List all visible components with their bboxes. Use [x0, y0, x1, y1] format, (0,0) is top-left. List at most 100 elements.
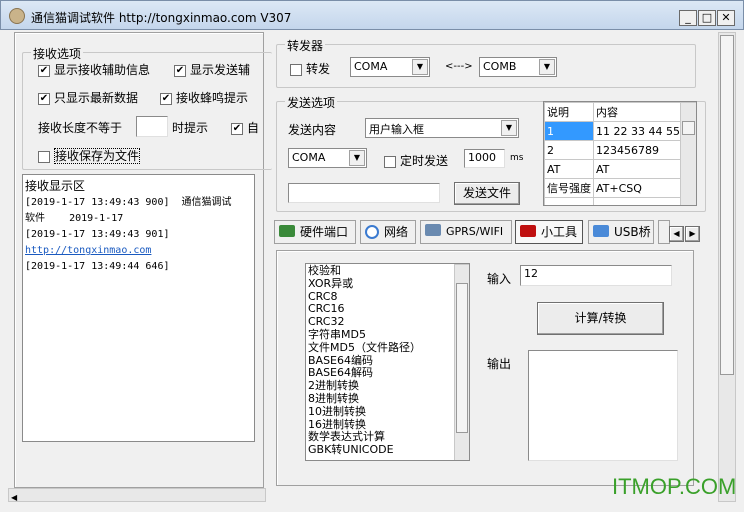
timed-send-checkbox[interactable]: 定时发送 [384, 152, 448, 169]
cell[interactable]: 11 22 33 44 55 [593, 121, 683, 141]
title-bar: 通信猫调试软件 http://tongxinmao.com V307 _ □ ✕ [0, 0, 744, 30]
value: COMA [292, 151, 326, 164]
show-send-info-checkbox[interactable]: ✔ 显示发送辅 [174, 61, 264, 78]
tab-usb-bridge[interactable]: USB桥 [588, 220, 654, 244]
log-link[interactable]: http://tongxinmao.com [25, 243, 252, 259]
tab-network[interactable]: 网络 [360, 220, 416, 244]
scroll-left-icon: ◀ [11, 493, 18, 502]
list-item[interactable]: 校验和 [308, 264, 467, 278]
only-latest-checkbox[interactable]: ✔ 只显示最新数据 [38, 89, 138, 106]
save-file-checkbox[interactable]: 接收保存为文件 [38, 147, 141, 164]
checkmark-icon: ✔ [231, 122, 243, 135]
table-row[interactable] [544, 197, 683, 205]
cell[interactable]: 123456789 [593, 140, 683, 160]
cell[interactable]: 信号强度 [544, 178, 594, 198]
table-row[interactable]: AT AT [544, 159, 683, 179]
list-item[interactable]: 文件MD5（文件路径） [308, 341, 467, 355]
close-button[interactable]: ✕ [717, 10, 735, 26]
tab-label: 网络 [384, 225, 409, 239]
app-cat-icon [9, 8, 25, 24]
checkbox-box [38, 150, 50, 163]
usb-icon [593, 225, 609, 237]
log-line: 软件 2019-1-17 [25, 213, 124, 224]
tab-label: 硬件端口 [300, 225, 349, 239]
list-item[interactable]: 字符串MD5 [308, 328, 467, 342]
vertical-scrollbar[interactable] [718, 32, 736, 502]
forward-checkbox[interactable]: 转发 [290, 60, 330, 77]
list-item[interactable]: 10进制转换 [308, 405, 467, 419]
label: 定时发送 [400, 154, 449, 168]
group-label: 转发器 [285, 37, 326, 54]
cell[interactable]: 2 [544, 140, 594, 160]
tab-scroll-left-button[interactable]: ◀ [669, 226, 684, 242]
cell[interactable] [593, 197, 683, 205]
send-content-label: 发送内容 [288, 123, 337, 137]
cell[interactable]: 1 [544, 121, 594, 141]
length-label: 接收长度不等于 [38, 121, 123, 135]
horizontal-scrollbar[interactable]: ◀ [8, 488, 266, 502]
cell[interactable] [544, 197, 594, 205]
tab-label: USB桥 [614, 225, 651, 239]
checkmark-icon: ✔ [38, 64, 50, 77]
log-line: [2019-1-17 13:49:43 901] [25, 229, 170, 240]
list-item[interactable]: XOR异或 [308, 277, 467, 291]
length-input[interactable] [136, 116, 168, 137]
label: 显示发送辅 [190, 63, 251, 77]
scroll-thumb[interactable] [720, 35, 734, 375]
group-label: 发送选项 [285, 94, 338, 111]
column-header[interactable]: 内容 [593, 102, 683, 122]
forward-to-select[interactable]: COMB ▼ [479, 57, 557, 77]
maximize-button[interactable]: □ [698, 10, 716, 26]
table-row[interactable]: 1 11 22 33 44 55 [544, 121, 683, 141]
table-header: 说明 内容 [544, 102, 683, 122]
show-recv-info-checkbox[interactable]: ✔ 显示接收辅助信息 [38, 61, 150, 78]
tab-scroll-right-button[interactable]: ▶ [685, 226, 700, 242]
interval-input[interactable]: 1000 [464, 149, 505, 168]
toolbox-icon [520, 225, 536, 237]
value: COMB [483, 60, 517, 73]
table-row[interactable]: 信号强度 AT+CSQ [544, 178, 683, 198]
beep-checkbox[interactable]: ✔ 接收蜂鸣提示 [160, 89, 248, 106]
tab-label: 小工具 [541, 225, 578, 239]
receive-display-area[interactable]: 接收显示区 [2019-1-17 13:49:43 900] 通信猫调试 软件 … [22, 174, 255, 442]
label: 自 [247, 121, 260, 135]
wireless-icon [425, 224, 441, 236]
label: 只显示最新数据 [54, 91, 139, 105]
convert-button[interactable]: 计算/转换 [537, 302, 664, 335]
scroll-thumb[interactable] [682, 121, 695, 135]
list-item[interactable]: 8进制转换 [308, 392, 467, 406]
file-path-input[interactable] [288, 183, 440, 203]
scroll-thumb[interactable] [456, 283, 468, 433]
table-row[interactable]: 2 123456789 [544, 140, 683, 160]
auto-checkbox[interactable]: ✔ 自 [231, 119, 263, 136]
output-label: 输出 [487, 357, 512, 371]
tab-hardware-port[interactable]: 硬件端口 [274, 220, 356, 244]
chevron-down-icon: ▼ [539, 59, 555, 75]
cell[interactable]: AT [544, 159, 594, 179]
send-content-select[interactable]: 用户输入框 ▼ [365, 118, 519, 138]
table-scrollbar[interactable] [680, 102, 696, 205]
cell[interactable]: AT+CSQ [593, 178, 683, 198]
checkbox-box [384, 155, 396, 168]
input-label: 输入 [487, 272, 512, 286]
send-file-button[interactable]: 发送文件 [454, 182, 520, 205]
value: 用户输入框 [369, 123, 424, 136]
minimize-button[interactable]: _ [679, 10, 697, 26]
send-port-select[interactable]: COMA ▼ [288, 148, 367, 168]
tab-label: GPRS/WIFI [446, 225, 504, 238]
chevron-down-icon: ▼ [412, 59, 428, 75]
checkmark-icon: ✔ [160, 92, 172, 105]
list-item[interactable]: GBK转UNICODE [308, 443, 467, 457]
list-scrollbar[interactable] [454, 264, 469, 460]
column-header[interactable]: 说明 [544, 102, 594, 122]
tools-list[interactable]: 校验和 XOR异或 CRC8 CRC16 CRC32 字符串MD5 文件MD5（文件路径） B… [305, 263, 470, 461]
window-title: 通信猫调试软件 http://tongxinmao.com V307 [31, 11, 292, 25]
tool-output[interactable] [528, 350, 678, 461]
unit-label: ms [510, 153, 524, 163]
checkmark-icon: ✔ [174, 64, 186, 77]
tab-gprs-wifi[interactable]: GPRS/WIFI [420, 220, 512, 244]
cell[interactable]: AT [593, 159, 683, 179]
tool-input[interactable]: 12 [520, 265, 672, 286]
tab-tools[interactable]: 小工具 [515, 220, 583, 244]
forward-from-select[interactable]: COMA ▼ [350, 57, 430, 77]
